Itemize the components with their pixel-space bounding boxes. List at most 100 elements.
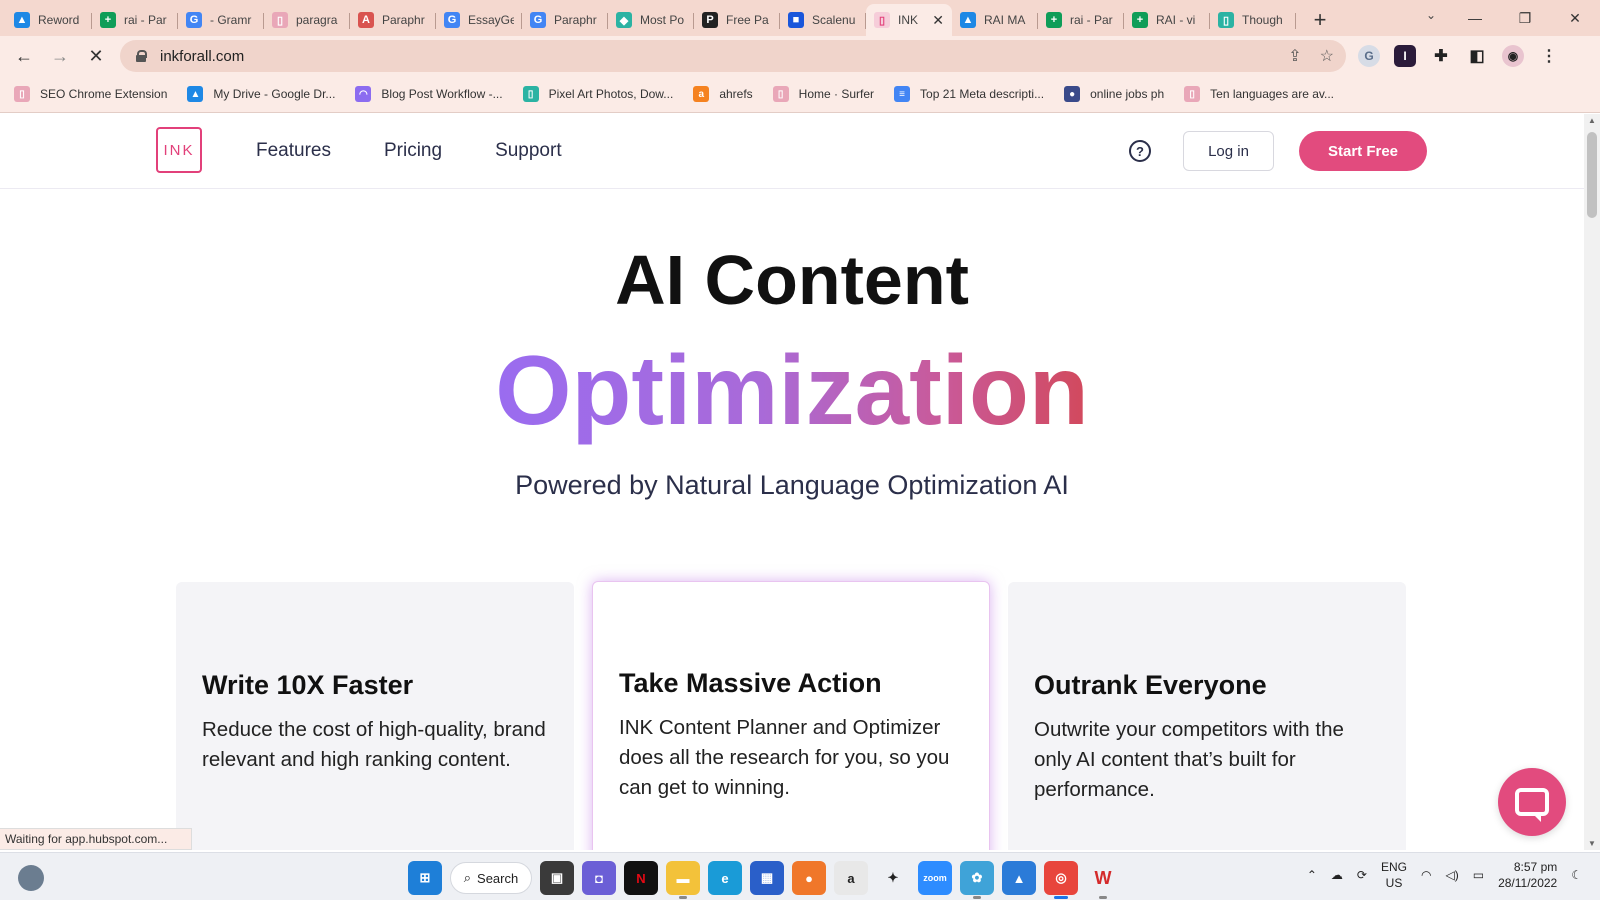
browser-tab[interactable]: ◆ Most Po — [608, 4, 694, 36]
share-icon[interactable]: ⇪ — [1288, 46, 1301, 66]
window-controls: — ❐ ✕ — [1450, 0, 1600, 36]
browser-tab[interactable]: G EssayGe — [436, 4, 522, 36]
bookmark-item[interactable]: ◠ Blog Post Workflow -... — [355, 86, 503, 102]
start-windows-icon[interactable]: ⊞ — [408, 861, 442, 895]
close-tab-icon[interactable]: ✕ — [932, 12, 944, 29]
clickup-icon: ◠ — [355, 86, 372, 102]
close-window-icon[interactable]: ✕ — [1550, 10, 1600, 27]
bookmark-item[interactable]: ▯ SEO Chrome Extension — [14, 86, 167, 102]
forward-icon[interactable]: → — [42, 40, 78, 72]
feature-card-text: Outwrite your competitors with the only … — [1034, 718, 1344, 801]
feature-card-title: Outrank Everyone — [1034, 670, 1267, 700]
netflix-icon[interactable]: N — [624, 861, 658, 895]
bookmark-star-icon[interactable]: ☆ — [1320, 46, 1334, 66]
photos-icon[interactable]: ▲ — [1002, 861, 1036, 895]
google-icon: G — [186, 12, 202, 28]
menu-kebab-icon[interactable]: ⋮ — [1538, 45, 1560, 67]
profile-avatar[interactable]: ◉ — [1502, 45, 1524, 67]
restore-icon[interactable]: ❐ — [1500, 10, 1550, 27]
bookmark-icon: ◆ — [616, 12, 632, 28]
volume-icon[interactable]: ◁) — [1445, 868, 1458, 882]
browser-tab[interactable]: ▲ Reword — [6, 4, 92, 36]
battery-icon[interactable]: ▭ — [1473, 868, 1484, 882]
stop-loading-icon[interactable]: ✕ — [78, 40, 114, 72]
hero-subtitle: Powered by Natural Language Optimization… — [515, 470, 1069, 500]
back-icon[interactable]: ← — [6, 40, 42, 72]
status-bubble: Waiting for app.hubspot.com... — [0, 828, 193, 850]
main-nav: Features Pricing Support — [256, 140, 562, 162]
browser-tab[interactable]: + rai - Par — [92, 4, 178, 36]
feature-card-text: Reduce the cost of high-quality, brand r… — [202, 718, 546, 771]
globe-icon: ● — [1064, 86, 1081, 102]
chat-widget-button[interactable] — [1498, 768, 1566, 836]
scroll-up-icon[interactable]: ▲ — [1584, 116, 1600, 125]
taskbar-search[interactable]: ⌕ Search — [450, 862, 532, 894]
browser-tab[interactable]: P Free Pa — [694, 4, 780, 36]
nav-support[interactable]: Support — [495, 140, 562, 162]
side-panel-icon[interactable]: ◧ — [1466, 45, 1488, 67]
browser-tab[interactable]: ▲ RAI MA — [952, 4, 1038, 36]
chrome-icon[interactable]: ◎ — [1044, 861, 1078, 899]
cloud-icon[interactable]: ☁ — [1331, 868, 1343, 882]
sheets-icon: + — [100, 12, 116, 28]
browser-tab[interactable]: ▯ paragra — [264, 4, 350, 36]
sync-icon[interactable]: ⟳ — [1357, 868, 1367, 882]
amazon-icon[interactable]: a — [834, 861, 868, 895]
scalenut-icon: ■ — [788, 12, 804, 28]
extensions-puzzle-icon[interactable]: ✚ — [1430, 45, 1452, 67]
new-tab-icon[interactable]: + — [1306, 6, 1334, 34]
grammarly-extension-icon[interactable]: G — [1358, 45, 1380, 67]
ink-extension-icon[interactable]: I — [1394, 45, 1416, 67]
bookmark-item[interactable]: ▯ Ten languages are av... — [1184, 86, 1334, 102]
clock[interactable]: 8:57 pm 28/11/2022 — [1498, 859, 1557, 891]
browser-tab[interactable]: + rai - Par — [1038, 4, 1124, 36]
wifi-icon[interactable]: ◠ — [1421, 868, 1431, 882]
edge-icon[interactable]: e — [708, 861, 742, 895]
browser-tab[interactable]: G Paraphr — [522, 4, 608, 36]
chevron-up-icon[interactable]: ⌃ — [1307, 868, 1317, 882]
browser-tab[interactable]: ▯ Though — [1210, 4, 1296, 36]
login-button[interactable]: Log in — [1183, 131, 1274, 171]
browser-tab-active[interactable]: ▯ INK ✕ — [866, 4, 952, 36]
nav-features[interactable]: Features — [256, 140, 331, 162]
store-icon[interactable]: ▦ — [750, 861, 784, 895]
file-explorer-icon[interactable]: ▬ — [666, 861, 700, 899]
browser-tab[interactable]: G- Gramr — [178, 4, 264, 36]
browser-tab[interactable]: A Paraphr — [350, 4, 436, 36]
page-icon: ▯ — [772, 86, 789, 102]
wps-office-icon[interactable]: W — [1086, 861, 1120, 899]
web-page: INK Features Pricing Support ? Log in St… — [0, 114, 1584, 850]
lock-icon[interactable] — [136, 50, 147, 62]
teams-chat-icon[interactable]: ◘ — [582, 861, 616, 895]
browser-tab[interactable]: ■ Scalenu — [780, 4, 866, 36]
language-indicator[interactable]: ENG US — [1381, 859, 1407, 891]
help-icon[interactable]: ? — [1129, 140, 1151, 162]
bookmark-item[interactable]: ● online jobs ph — [1064, 86, 1164, 102]
ink-logo[interactable]: INK — [156, 127, 202, 173]
bookmark-item[interactable]: ▲ My Drive - Google Dr... — [187, 86, 335, 102]
zoom-icon[interactable]: zoom — [918, 861, 952, 895]
bookmark-item[interactable]: ▯ Pixel Art Photos, Dow... — [522, 86, 673, 102]
bookmark-item[interactable]: a ahrefs — [693, 86, 753, 102]
bookmark-item[interactable]: ≡ Top 21 Meta descripti... — [894, 86, 1044, 102]
task-view-icon[interactable]: ▣ — [540, 861, 574, 895]
address-bar[interactable]: inkforall.com ⇪ ☆ — [120, 40, 1346, 72]
nav-pricing[interactable]: Pricing — [384, 140, 442, 162]
page-scrollbar[interactable]: ▲ ▼ — [1584, 114, 1600, 850]
start-free-button[interactable]: Start Free — [1299, 131, 1427, 171]
scroll-down-icon[interactable]: ▼ — [1584, 839, 1600, 848]
drive-icon: ▲ — [187, 86, 204, 102]
browser-tab[interactable]: + RAI - vi — [1124, 4, 1210, 36]
firefox-icon[interactable]: ● — [792, 861, 826, 895]
dropbox-icon[interactable]: ✦ — [876, 861, 910, 895]
page-icon: ▯ — [14, 86, 30, 102]
widgets-icon[interactable] — [18, 865, 44, 891]
notifications-icon[interactable]: ☾ — [1571, 868, 1582, 882]
scrollbar-thumb[interactable] — [1587, 132, 1597, 218]
bookmark-item[interactable]: ▯ Home · Surfer — [772, 86, 874, 102]
tab-search-icon[interactable]: ⌄ — [1426, 8, 1436, 22]
url-text: inkforall.com — [160, 47, 245, 65]
system-tray: ⌃ ☁ ⟳ ENG US ◠ ◁) ▭ 8:57 pm 28/11/2022 ☾ — [1307, 859, 1582, 891]
minimize-icon[interactable]: — — [1450, 10, 1500, 26]
maps-app-icon[interactable]: ✿ — [960, 861, 994, 899]
